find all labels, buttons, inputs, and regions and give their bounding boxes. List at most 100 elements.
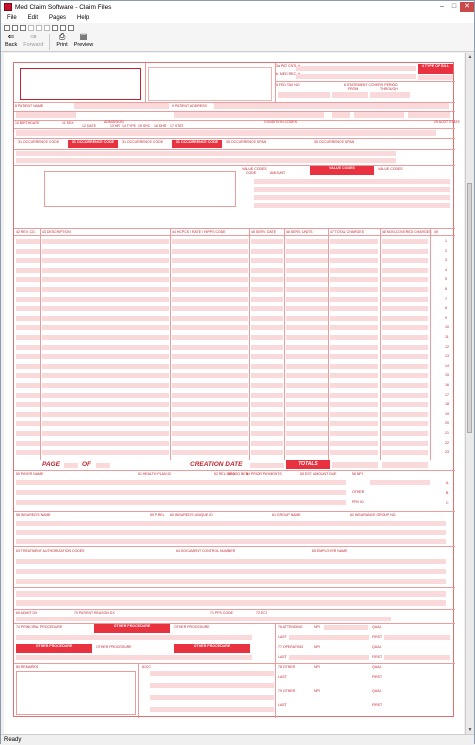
npi-field[interactable] [370,480,430,485]
service-line-cell[interactable] [330,287,378,292]
service-line-cell[interactable] [42,411,169,417]
stmt-through-field[interactable] [370,92,410,98]
scroll-up-icon[interactable]: ▲ [466,53,474,61]
service-line-cell[interactable] [330,325,378,331]
remarks-box[interactable] [16,671,136,715]
service-line-cell[interactable] [42,440,169,446]
service-line-cell[interactable] [330,383,378,388]
service-line-cell[interactable] [382,402,428,408]
service-line-cell[interactable] [42,402,169,408]
operating-first-field[interactable] [384,655,450,660]
service-line-cell[interactable] [330,431,378,436]
payer-row-a[interactable] [16,480,346,485]
service-line-cell[interactable] [16,325,40,331]
insured-row-a[interactable] [16,521,446,526]
service-line-cell[interactable] [286,325,328,331]
type-of-bill-field[interactable] [418,75,453,80]
cc-row-b[interactable] [150,683,274,688]
admission-row-fields[interactable] [16,130,436,136]
cc-row-c[interactable] [150,695,274,700]
service-line-cell[interactable] [251,248,283,254]
service-line-cell[interactable] [172,344,248,350]
service-line-cell[interactable] [286,392,328,398]
service-line-cell[interactable] [330,440,378,446]
service-line-cell[interactable] [286,421,328,427]
save-icon[interactable] [20,24,26,31]
service-line-cell[interactable] [172,392,248,398]
service-line-cell[interactable] [251,421,283,427]
pay-to-box-2[interactable] [148,67,272,101]
diagnosis-codes-row-a[interactable] [16,591,446,597]
service-line-cell[interactable] [172,431,248,436]
service-line-cell[interactable] [251,267,283,273]
service-line-cell[interactable] [251,258,283,264]
service-line-cell[interactable] [382,335,428,340]
service-line-cell[interactable] [382,287,428,292]
service-line-cell[interactable] [42,287,169,292]
service-line-cell[interactable] [330,402,378,408]
service-line-cell[interactable] [286,373,328,379]
value-code-row-c[interactable] [254,195,450,200]
service-line-cell[interactable] [251,315,283,321]
service-line-cell[interactable] [16,296,40,302]
service-line-cell[interactable] [286,277,328,283]
service-line-cell[interactable] [251,335,283,340]
service-line-cell[interactable] [330,392,378,398]
new-icon[interactable] [4,24,10,31]
service-line-cell[interactable] [330,248,378,254]
service-line-cell[interactable] [330,315,378,321]
close-button[interactable]: ✕ [460,2,474,12]
service-line-cell[interactable] [172,402,248,408]
payer-row-b[interactable] [16,490,346,495]
back-button[interactable]: ⇐ Back [5,32,17,48]
service-line-cell[interactable] [172,315,248,321]
insured-row-c[interactable] [16,539,446,544]
service-line-cell[interactable] [16,248,40,254]
service-line-cell[interactable] [382,383,428,388]
cc-row-a[interactable] [150,671,274,676]
service-line-cell[interactable] [42,363,169,369]
service-line-cell[interactable] [286,267,328,273]
service-line-cell[interactable] [286,440,328,446]
service-line-cell[interactable] [251,363,283,369]
service-line-cell[interactable] [42,325,169,331]
service-line-cell[interactable] [16,267,40,273]
page-total-field[interactable] [96,463,110,468]
service-line-cell[interactable] [16,335,40,340]
service-line-cell[interactable] [172,239,248,244]
print-button[interactable]: ⎙ Print [56,32,67,48]
service-line-cell[interactable] [172,440,248,446]
service-line-cell[interactable] [16,287,40,292]
patient-zip-field[interactable] [354,112,404,118]
service-line-cell[interactable] [16,354,40,360]
service-line-cell[interactable] [330,373,378,379]
print-small-icon[interactable] [52,24,58,31]
service-line-cell[interactable] [172,287,248,292]
admit-dx-fields[interactable] [16,617,391,621]
attending-npi-field[interactable] [324,625,368,630]
creation-date-field[interactable] [250,463,284,468]
cc-row-d[interactable] [150,707,274,712]
paste-icon[interactable] [44,24,50,31]
menu-pages[interactable]: Pages [49,15,66,21]
occurrence-row-a[interactable] [16,151,396,156]
service-line-cell[interactable] [172,450,248,456]
service-line-cell[interactable] [251,411,283,417]
service-line-cell[interactable] [42,306,169,312]
total-noncovered-field[interactable] [382,462,428,468]
service-line-cell[interactable] [16,363,40,369]
service-line-cell[interactable] [251,373,283,379]
service-line-cell[interactable] [382,363,428,369]
service-line-cell[interactable] [16,402,40,408]
page-number-field[interactable] [64,463,78,468]
service-line-cell[interactable] [251,383,283,388]
service-line-cell[interactable] [382,306,428,312]
service-line-cell[interactable] [382,239,428,244]
stmt-from-field[interactable] [332,92,368,98]
service-line-cell[interactable] [330,277,378,283]
service-line-cell[interactable] [16,277,40,283]
service-line-cell[interactable] [251,392,283,398]
service-line-cell[interactable] [286,411,328,417]
responsible-party-box-38[interactable] [44,171,236,207]
service-line-cell[interactable] [42,344,169,350]
